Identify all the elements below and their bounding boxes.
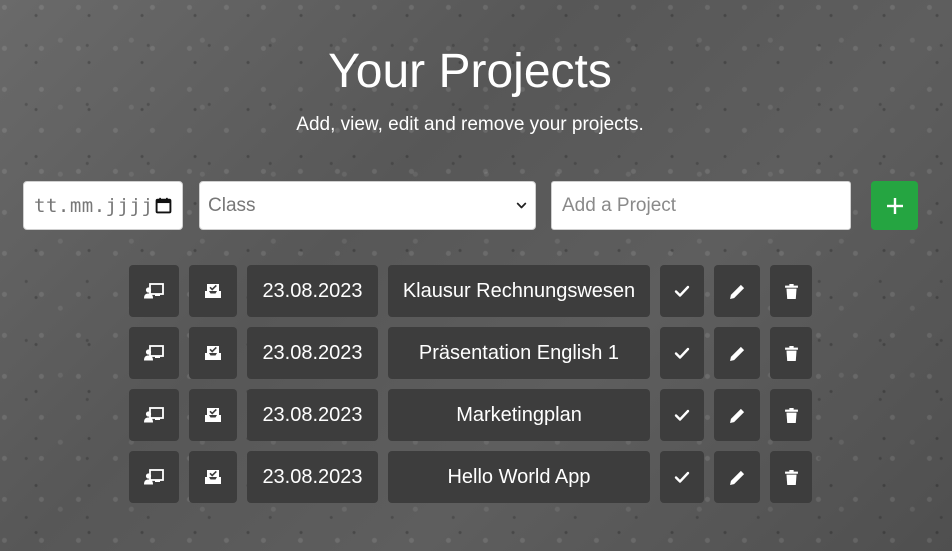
- teacher-button[interactable]: [129, 265, 179, 317]
- edit-button[interactable]: [714, 451, 760, 503]
- chalkboard-teacher-icon: [144, 283, 164, 299]
- inbox-check-icon: [205, 284, 221, 298]
- pencil-icon: [729, 408, 744, 423]
- trash-icon: [784, 469, 798, 485]
- submit-button[interactable]: [189, 265, 237, 317]
- project-row: 23.08.2023 Hello World App: [0, 451, 952, 503]
- delete-button[interactable]: [770, 451, 812, 503]
- date-placeholder: tt.mm.jjjj: [34, 194, 154, 217]
- pencil-icon: [729, 346, 744, 361]
- submit-button[interactable]: [189, 389, 237, 441]
- chalkboard-teacher-icon: [144, 407, 164, 423]
- check-icon: [674, 471, 690, 483]
- edit-button[interactable]: [714, 389, 760, 441]
- delete-button[interactable]: [770, 327, 812, 379]
- pencil-icon: [729, 470, 744, 485]
- complete-button[interactable]: [660, 389, 704, 441]
- chalkboard-teacher-icon: [144, 345, 164, 361]
- chevron-down-icon: [516, 202, 527, 209]
- calendar-icon[interactable]: [155, 197, 172, 214]
- complete-button[interactable]: [660, 265, 704, 317]
- teacher-button[interactable]: [129, 327, 179, 379]
- complete-button[interactable]: [660, 451, 704, 503]
- inbox-check-icon: [205, 346, 221, 360]
- project-input-placeholder: Add a Project: [562, 194, 677, 216]
- project-name: Hello World App: [388, 451, 650, 503]
- check-icon: [674, 285, 690, 297]
- project-name: Klausur Rechnungswesen: [388, 265, 650, 317]
- project-name: Präsentation English 1: [388, 327, 650, 379]
- project-name-input[interactable]: Add a Project: [551, 181, 851, 230]
- teacher-button[interactable]: [129, 451, 179, 503]
- page-subtitle: Add, view, edit and remove your projects…: [296, 114, 644, 135]
- delete-button[interactable]: [770, 389, 812, 441]
- project-name: Marketingplan: [388, 389, 650, 441]
- complete-button[interactable]: [660, 327, 704, 379]
- trash-icon: [784, 283, 798, 299]
- project-row: 23.08.2023 Klausur Rechnungswesen: [0, 265, 952, 317]
- add-project-button[interactable]: [871, 181, 918, 230]
- project-date: 23.08.2023: [247, 265, 378, 317]
- pencil-icon: [729, 284, 744, 299]
- submit-button[interactable]: [189, 451, 237, 503]
- plus-icon: [886, 197, 903, 214]
- project-row: 23.08.2023 Marketingplan: [0, 389, 952, 441]
- submit-button[interactable]: [189, 327, 237, 379]
- delete-button[interactable]: [770, 265, 812, 317]
- project-row: 23.08.2023 Präsentation English 1: [0, 327, 952, 379]
- page-title: Your Projects: [328, 45, 612, 98]
- inbox-check-icon: [205, 470, 221, 484]
- trash-icon: [784, 345, 798, 361]
- edit-button[interactable]: [714, 327, 760, 379]
- project-date: 23.08.2023: [247, 451, 378, 503]
- project-date: 23.08.2023: [247, 327, 378, 379]
- date-input[interactable]: tt.mm.jjjj: [23, 181, 183, 230]
- check-icon: [674, 409, 690, 421]
- inbox-check-icon: [205, 408, 221, 422]
- chalkboard-teacher-icon: [144, 469, 164, 485]
- teacher-button[interactable]: [129, 389, 179, 441]
- class-select-value: Class: [208, 194, 256, 216]
- check-icon: [674, 347, 690, 359]
- trash-icon: [784, 407, 798, 423]
- class-select[interactable]: Class: [199, 181, 536, 230]
- edit-button[interactable]: [714, 265, 760, 317]
- project-date: 23.08.2023: [247, 389, 378, 441]
